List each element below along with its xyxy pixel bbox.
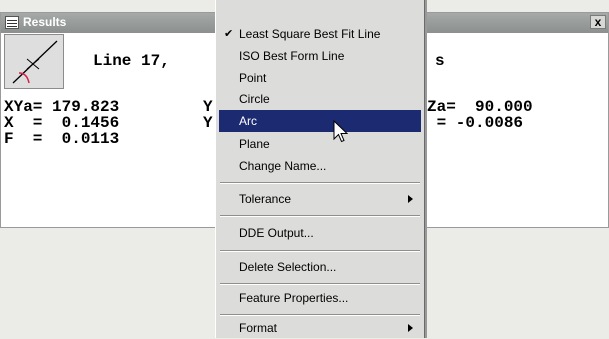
menu-separator: [220, 215, 420, 217]
menu-item-point[interactable]: Point: [219, 67, 421, 89]
result-row-2-right: = -0.0086: [427, 114, 524, 132]
feature-header-left: Line 17,: [93, 52, 170, 70]
submenu-arrow-icon: [408, 324, 413, 332]
checkmark-icon: ✔: [224, 28, 234, 40]
menu-item-dde-output[interactable]: DDE Output...: [219, 222, 421, 244]
context-menu: ✔ Least Square Best Fit Line ISO Best Fo…: [215, 0, 425, 338]
results-grid-icon: [5, 16, 19, 29]
result-row-1-right: Za= 90.000: [427, 98, 533, 116]
menu-item-change-name[interactable]: Change Name...: [219, 155, 421, 177]
menu-item-plane[interactable]: Plane: [219, 133, 421, 155]
line-feature-icon: [4, 34, 64, 89]
feature-header-right: s: [435, 52, 445, 70]
menu-item-iso-best-form-line[interactable]: ISO Best Form Line: [219, 45, 421, 67]
menu-separator: [220, 283, 420, 285]
menu-separator: [220, 250, 420, 252]
menu-item-tolerance[interactable]: Tolerance: [219, 188, 421, 210]
menu-item-least-square-line[interactable]: ✔ Least Square Best Fit Line: [219, 23, 421, 45]
result-row-1-left: XYa= 179.823: [4, 98, 120, 116]
menu-separator: [220, 314, 420, 316]
menu-item-format[interactable]: Format: [219, 317, 421, 339]
result-row-3-left: F = 0.0113: [4, 130, 120, 148]
menu-item-feature-properties[interactable]: Feature Properties...: [219, 287, 421, 309]
window-title: Results: [23, 15, 67, 29]
submenu-arrow-icon: [408, 195, 413, 203]
result-row-2-mid: Y: [203, 114, 213, 132]
menu-item-arc[interactable]: Arc: [219, 110, 421, 132]
mouse-pointer-icon: [333, 119, 349, 149]
result-row-1-mid: Y: [203, 98, 213, 116]
close-button[interactable]: x: [590, 15, 606, 29]
menu-item-delete-selection[interactable]: Delete Selection...: [219, 256, 421, 278]
menu-separator: [220, 182, 420, 184]
menu-item-circle[interactable]: Circle: [219, 88, 421, 110]
result-row-2-left: X = 0.1456: [4, 114, 120, 132]
